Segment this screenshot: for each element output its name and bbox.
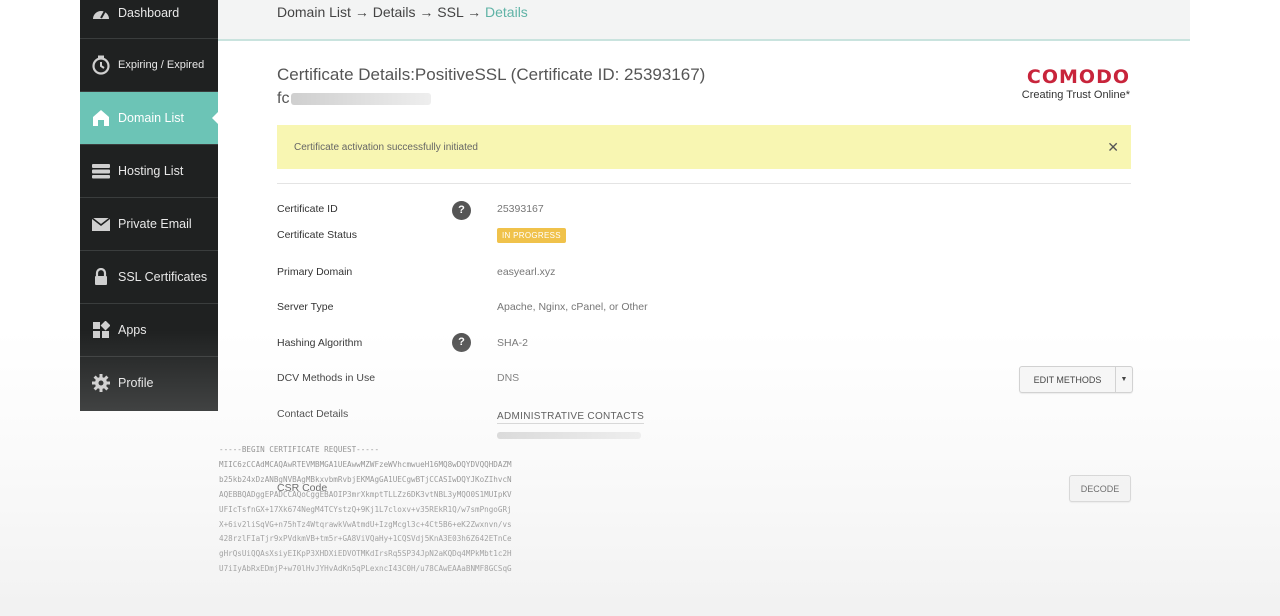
subtitle-prefix: fc [277,90,290,107]
status-badge: IN PROGRESS [497,228,566,243]
page-title: Certificate Details:PositiveSSL (Certifi… [277,65,706,84]
breadcrumb-link-details[interactable]: Details [373,4,416,20]
contact-value: ADMINISTRATIVE CONTACTS [497,410,645,424]
page-subtitle: fc [277,90,432,108]
certificate-id-value: 25393167 [497,203,544,215]
sidebar-item-private-email[interactable]: Private Email [80,198,218,251]
hashing-algorithm-value: SHA-2 [497,337,528,349]
top-bar: Domain List → Details → SSL → Details [218,0,1190,41]
sidebar-item-label: Apps [118,323,147,337]
server-type-value: Apache, Nginx, cPanel, or Other [497,301,648,313]
gear-icon [90,373,112,393]
apps-icon [90,320,112,340]
sidebar-item-hosting-list[interactable]: Hosting List [80,145,218,198]
sidebar-item-ssl-certificates[interactable]: SSL Certificates [80,251,218,304]
breadcrumb-link-domain-list[interactable]: Domain List [277,4,351,20]
certificate-status-label: Certificate Status [277,229,357,241]
breadcrumb-current: Details [485,4,528,20]
sidebar-item-apps[interactable]: Apps [80,304,218,357]
sidebar-item-label: Dashboard [118,6,180,20]
primary-domain-label: Primary Domain [277,266,353,278]
close-icon[interactable]: ✕ [1107,139,1119,156]
decode-button[interactable]: DECODE [1069,475,1131,502]
sidebar-item-domain-list[interactable]: Domain List [80,92,219,145]
clock-icon [90,55,112,75]
primary-domain-value: easyearl.xyz [497,266,556,278]
server-icon [90,161,112,181]
redacted-text [291,92,432,105]
sidebar-item-expiring[interactable]: Expiring / Expired [80,39,218,92]
divider [277,183,1131,184]
dcv-methods-label: DCV Methods in Use [277,372,376,384]
hashing-algorithm-label: Hashing Algorithm [277,337,363,349]
sidebar-item-label: Profile [118,376,154,390]
brand-name: COMODO [1026,66,1130,88]
edit-methods-button-group: EDIT METHODS ▼ [1019,366,1133,393]
administrative-contacts-heading: ADMINISTRATIVE CONTACTS [497,411,645,424]
sidebar-item-profile[interactable]: Profile [80,357,218,409]
sidebar-item-label: Expiring / Expired [118,59,205,71]
breadcrumb: Domain List → Details → SSL → Details [277,4,528,20]
status-value: IN PROGRESS [497,228,566,243]
breadcrumb-separator: → [467,4,482,20]
dcv-methods-value: DNS [497,372,520,384]
certificate-id-label: Certificate ID [277,203,338,215]
sidebar-item-label: Hosting List [118,164,184,178]
brand-tagline: Creating Trust Online* [1021,89,1130,101]
server-type-label: Server Type [277,301,334,313]
breadcrumb-separator: → [354,4,369,20]
envelope-icon [90,214,112,234]
edit-methods-button[interactable]: EDIT METHODS [1020,367,1115,392]
sidebar-item-label: Domain List [118,111,184,125]
redacted-text [497,432,641,439]
sidebar-item-label: Private Email [118,217,192,231]
sidebar-item-dashboard[interactable]: Dashboard [80,0,218,39]
contact-details-label: Contact Details [277,408,349,420]
csr-code-text: -----BEGIN CERTIFICATE REQUEST----- MIIC… [219,445,512,574]
home-icon [90,108,112,128]
sidebar: Dashboard Expiring / Expired Domain List… [80,0,219,411]
comodo-logo: COMODO Creating Trust Online* [1008,66,1130,101]
help-icon[interactable]: ? [452,333,471,352]
lock-icon [90,267,112,287]
success-alert: Certificate activation successfully init… [277,125,1131,169]
breadcrumb-link-ssl[interactable]: SSL [437,4,463,20]
breadcrumb-separator: → [419,4,434,20]
help-icon[interactable]: ? [452,201,471,220]
chevron-down-icon[interactable]: ▼ [1115,367,1132,392]
alert-message: Certificate activation successfully init… [294,141,478,153]
dashboard-icon [90,3,112,23]
sidebar-item-label: SSL Certificates [118,270,208,284]
